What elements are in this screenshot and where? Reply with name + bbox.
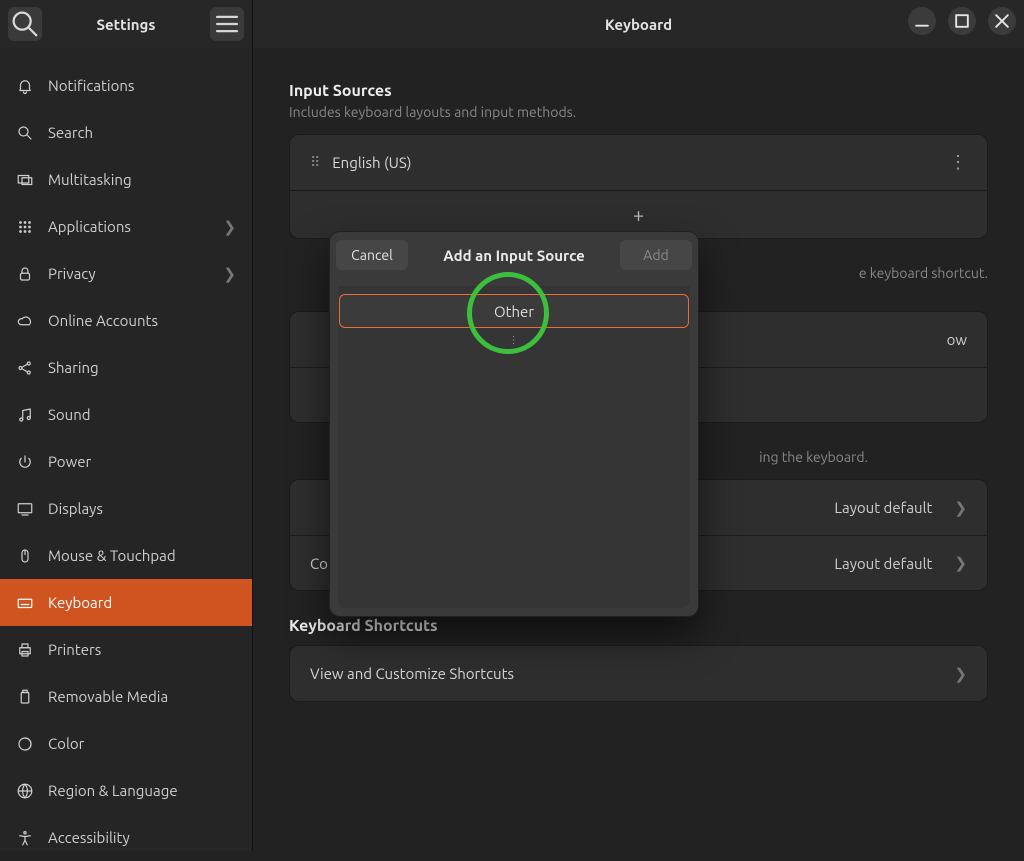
sidebar-item-region-language[interactable]: Region & Language	[0, 767, 252, 814]
close-button[interactable]	[988, 7, 1016, 35]
sidebar-item-printers[interactable]: Printers	[0, 626, 252, 673]
chevron-right-icon: ❯	[223, 218, 236, 236]
grid-icon	[16, 218, 34, 236]
sidebar-item-label: Sharing	[48, 359, 99, 376]
multitasking-icon	[16, 171, 34, 189]
sidebar-item-notifications[interactable]: Notifications	[0, 62, 252, 109]
mouse-icon	[16, 547, 34, 565]
shortcuts-list: View and Customize Shortcuts ❯	[289, 645, 988, 702]
chevron-right-icon: ❯	[223, 265, 236, 283]
drag-handle-icon[interactable]: ⠿	[310, 154, 314, 171]
plus-icon: +	[633, 203, 644, 226]
sidebar-item-color[interactable]: Color	[0, 720, 252, 767]
sidebar-item-label: Online Accounts	[48, 312, 158, 329]
sidebar-item-removable-media[interactable]: Removable Media	[0, 673, 252, 720]
sidebar-item-label: Accessibility	[48, 829, 130, 846]
sidebar-item-label: Displays	[48, 500, 103, 517]
input-source-option-other[interactable]: Other	[339, 294, 689, 328]
display-icon	[16, 500, 34, 518]
sidebar-item-label: Multitasking	[48, 171, 132, 188]
app-title: Settings	[97, 16, 156, 33]
add-button[interactable]: Add	[620, 240, 692, 270]
input-sources-subtitle: Includes keyboard layouts and input meth…	[289, 104, 988, 120]
dialog-title: Add an Input Source	[408, 247, 620, 264]
sidebar-item-accessibility[interactable]: Accessibility	[0, 814, 252, 861]
sidebar-item-mouse[interactable]: Mouse & Touchpad	[0, 532, 252, 579]
sidebar-item-sharing[interactable]: Sharing	[0, 344, 252, 391]
sidebar-item-label: Color	[48, 735, 84, 752]
alternate-chars-value: Layout default	[834, 499, 932, 516]
sidebar-item-label: Mouse & Touchpad	[48, 547, 176, 564]
sidebar: Notifications Search Multitasking Applic…	[0, 48, 253, 851]
switching-row-fragment: ow	[947, 331, 967, 348]
power-icon	[16, 453, 34, 471]
sidebar-item-label: Sound	[48, 406, 91, 423]
maximize-button[interactable]	[948, 7, 976, 35]
minimize-icon	[908, 7, 936, 35]
bell-icon	[16, 77, 34, 95]
globe-icon	[16, 782, 34, 800]
printer-icon	[16, 641, 34, 659]
sidebar-item-label: Keyboard	[48, 594, 112, 611]
sidebar-header: Settings	[0, 0, 253, 48]
menu-button[interactable]	[210, 7, 244, 41]
search-icon	[16, 124, 34, 142]
cloud-icon	[16, 312, 34, 330]
more-button[interactable]: ⋮	[949, 152, 967, 173]
close-icon	[988, 7, 1016, 35]
sidebar-item-label: Notifications	[48, 77, 134, 94]
accessibility-icon	[16, 829, 34, 847]
sidebar-item-label: Printers	[48, 641, 101, 658]
music-icon	[16, 406, 34, 424]
sidebar-item-label: Privacy	[48, 265, 96, 282]
color-icon	[16, 735, 34, 753]
search-icon	[8, 7, 42, 41]
hamburger-icon	[210, 7, 244, 41]
sidebar-item-online-accounts[interactable]: Online Accounts	[0, 297, 252, 344]
add-input-source-dialog: Cancel Add an Input Source Add Other ⋮	[330, 232, 698, 616]
chevron-right-icon: ❯	[954, 554, 967, 572]
dialog-header: Cancel Add an Input Source Add	[330, 232, 698, 278]
sidebar-item-label: Power	[48, 453, 91, 470]
sidebar-item-label: Region & Language	[48, 782, 178, 799]
more-indicator-icon: ⋮	[509, 334, 520, 346]
input-source-row[interactable]: ⠿ English (US) ⋮	[290, 135, 987, 190]
sidebar-item-sound[interactable]: Sound	[0, 391, 252, 438]
share-icon	[16, 359, 34, 377]
input-source-label: English (US)	[332, 154, 411, 171]
sidebar-item-applications[interactable]: Applications ❯	[0, 203, 252, 250]
sidebar-item-power[interactable]: Power	[0, 438, 252, 485]
usb-icon	[16, 688, 34, 706]
chevron-right-icon: ❯	[954, 665, 967, 683]
input-sources-title: Input Sources	[289, 82, 988, 100]
lock-icon	[16, 265, 34, 283]
sidebar-item-search[interactable]: Search	[0, 109, 252, 156]
sidebar-item-keyboard[interactable]: Keyboard	[0, 579, 252, 626]
input-source-option-label: Other	[494, 303, 534, 320]
content-header: Keyboard	[253, 0, 1024, 48]
sidebar-item-label: Removable Media	[48, 688, 168, 705]
input-sources-section: Input Sources Includes keyboard layouts …	[289, 82, 988, 239]
sidebar-item-label: Applications	[48, 218, 131, 235]
add-input-source-row[interactable]: +	[290, 190, 987, 238]
sidebar-item-displays[interactable]: Displays	[0, 485, 252, 532]
shortcuts-title: Keyboard Shortcuts	[289, 617, 988, 635]
view-shortcuts-label: View and Customize Shortcuts	[310, 665, 514, 682]
compose-key-value: Layout default	[834, 555, 932, 572]
window-controls	[908, 7, 1016, 35]
sidebar-item-label: Search	[48, 124, 93, 141]
cancel-button[interactable]: Cancel	[336, 240, 408, 270]
input-sources-list: ⠿ English (US) ⋮ +	[289, 134, 988, 239]
keyboard-icon	[16, 594, 34, 612]
sidebar-item-privacy[interactable]: Privacy ❯	[0, 250, 252, 297]
maximize-icon	[948, 7, 976, 35]
sidebar-item-multitasking[interactable]: Multitasking	[0, 156, 252, 203]
dialog-body: Other ⋮	[338, 286, 690, 608]
chevron-right-icon: ❯	[954, 499, 967, 517]
shortcuts-section: Keyboard Shortcuts View and Customize Sh…	[289, 617, 988, 702]
minimize-button[interactable]	[908, 7, 936, 35]
page-title: Keyboard	[605, 16, 672, 33]
view-shortcuts-row[interactable]: View and Customize Shortcuts ❯	[290, 646, 987, 701]
search-button[interactable]	[8, 7, 42, 41]
